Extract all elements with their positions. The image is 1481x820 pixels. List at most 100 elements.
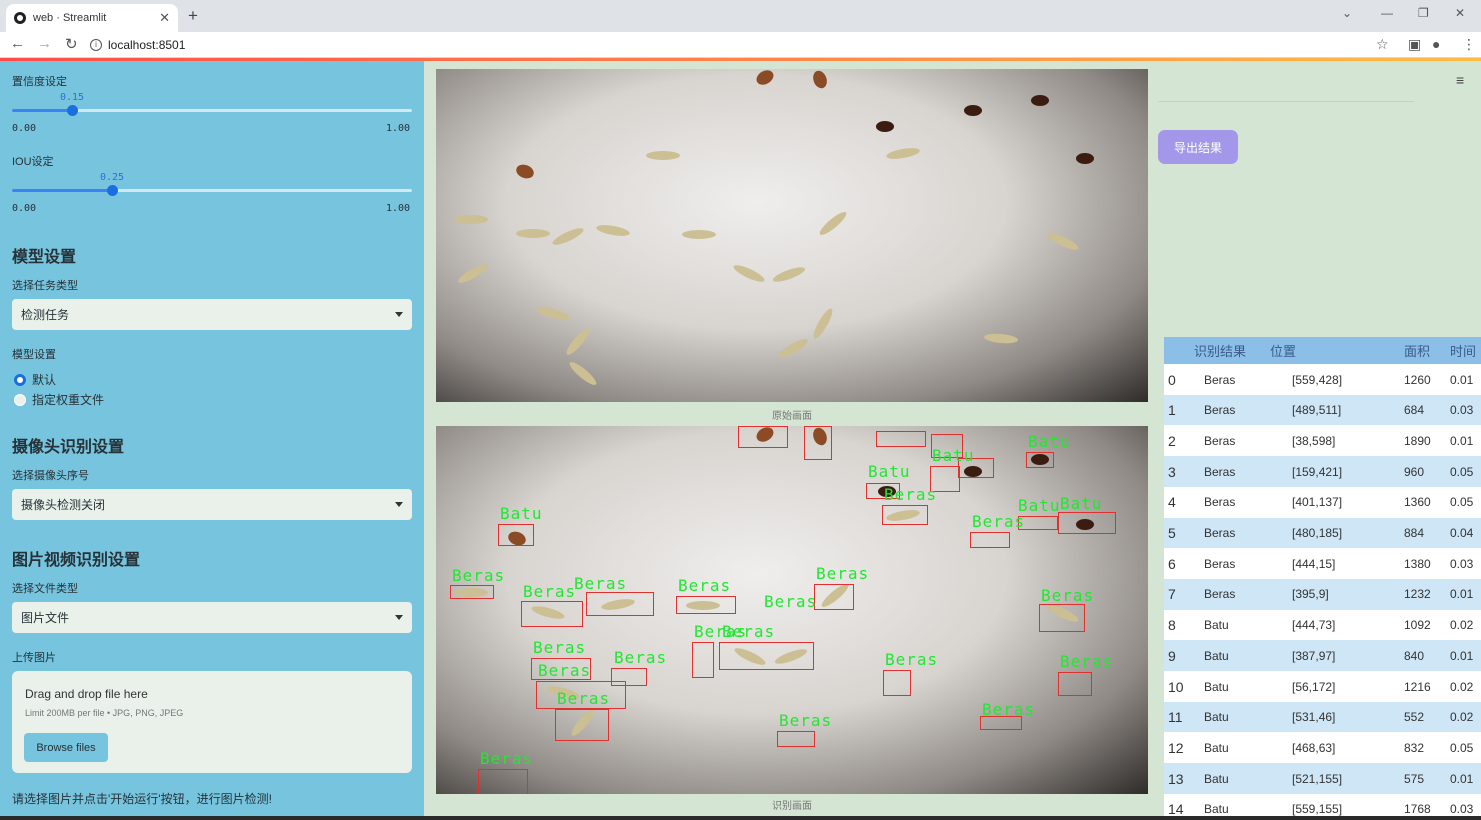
browser-menu-icon[interactable]: ⋮ — [1462, 36, 1476, 53]
reload-icon[interactable]: ↻ — [65, 35, 78, 53]
file-type-select[interactable]: 图片文件 — [12, 602, 412, 633]
table-cell: [521,155] — [1292, 771, 1343, 786]
camera-select[interactable]: 摄像头检测关闭 — [12, 489, 412, 520]
site-info-icon[interactable]: i — [90, 39, 102, 51]
detection-label: Beras — [885, 650, 939, 669]
conf-max: 1.00 — [386, 123, 411, 134]
url-field[interactable]: i localhost:8501 — [90, 35, 1370, 55]
detection-label: Beras — [1041, 586, 1095, 605]
table-cell: 5 — [1168, 525, 1176, 541]
table-cell: 0.01 — [1450, 648, 1474, 663]
table-cell: Beras — [1204, 372, 1236, 387]
conf-label: 置信度设定 — [12, 76, 67, 88]
table-row: 12 Batu [468,63] 832 0.05 — [1164, 732, 1481, 764]
table-cell: [559,155] — [1292, 802, 1343, 816]
tab-list-chevron-icon[interactable]: ⌄ — [1342, 6, 1352, 20]
table-row: 11 Batu [531,46] 552 0.02 — [1164, 701, 1481, 733]
side-panel-icon[interactable]: ▣ — [1408, 36, 1421, 53]
profile-icon[interactable]: ● — [1432, 36, 1440, 52]
detection-label: Beras — [557, 689, 611, 708]
table-cell: [401,137] — [1292, 495, 1343, 510]
detection-label: Beras — [523, 582, 577, 601]
table-cell: 1890 — [1404, 433, 1431, 448]
table-cell: 0.01 — [1450, 587, 1474, 602]
new-tab-icon[interactable]: + — [188, 6, 198, 26]
table-row: 5 Beras [480,185] 884 0.04 — [1164, 517, 1481, 549]
table-cell: 832 — [1404, 740, 1425, 755]
detection-label: Batu — [1060, 494, 1103, 513]
conf-slider-thumb[interactable] — [67, 105, 78, 116]
table-cell: [159,421] — [1292, 464, 1343, 479]
iou-min: 0.00 — [12, 203, 37, 214]
detection-box — [719, 642, 814, 670]
table-cell: 0.02 — [1450, 710, 1474, 725]
table-cell: 1380 — [1404, 556, 1431, 571]
table-row: 6 Beras [444,15] 1380 0.03 — [1164, 548, 1481, 580]
iou-slider[interactable] — [12, 185, 412, 196]
detection-box — [1058, 512, 1116, 534]
back-icon[interactable]: ← — [10, 35, 25, 52]
table-cell: [444,73] — [1292, 618, 1336, 633]
tab-title: web · Streamlit — [33, 12, 107, 24]
restore-icon[interactable]: ❐ — [1418, 6, 1429, 20]
sidebar: 置信度设定 0.15 0.00 1.00 IOU设定 0.25 0.00 1.0… — [0, 61, 424, 816]
main-area: 原始画面 Batu Beras Beras Beras Beras Beras … — [424, 61, 1481, 816]
table-row: 14 Batu [559,155] 1768 0.03 — [1164, 793, 1481, 816]
detection-label: Beras — [538, 661, 592, 680]
table-cell: 0 — [1168, 371, 1176, 388]
streamlit-favicon-icon — [14, 12, 26, 24]
original-image — [436, 69, 1148, 402]
table-row: 7 Beras [395,9] 1232 0.01 — [1164, 578, 1481, 610]
detection-label: Batu — [1028, 432, 1071, 451]
detection-box — [882, 505, 928, 525]
table-cell: 6 — [1168, 555, 1176, 572]
detection-box — [586, 592, 654, 616]
table-cell: Batu — [1204, 679, 1229, 694]
browser-titlebar: web · Streamlit ✕ + ⌄ — ❐ ✕ — [0, 0, 1481, 32]
detection-label: Batu — [500, 504, 543, 523]
table-cell: 0.01 — [1450, 372, 1474, 387]
table-cell: 14 — [1168, 801, 1184, 816]
radio-default[interactable]: 默认 — [14, 371, 56, 388]
table-cell: Beras — [1204, 495, 1236, 510]
table-cell: 0.05 — [1450, 740, 1474, 755]
detection-label: Beras — [614, 648, 668, 667]
detection-box — [804, 426, 832, 460]
detection-box — [498, 524, 534, 546]
media-heading: 图片视频识别设置 — [12, 552, 141, 569]
file-type-value: 图片文件 — [21, 611, 70, 625]
table-cell: 960 — [1404, 464, 1425, 479]
iou-slider-thumb[interactable] — [107, 185, 118, 196]
file-uploader-dropzone[interactable]: Drag and drop file here Limit 200MB per … — [12, 671, 412, 773]
table-cell: 12 — [1168, 739, 1184, 756]
table-cell: 7 — [1168, 586, 1176, 603]
export-results-button[interactable]: 导出结果 — [1158, 130, 1238, 164]
detection-box — [970, 532, 1010, 548]
table-cell: Batu — [1204, 648, 1229, 663]
task-type-select[interactable]: 检测任务 — [12, 299, 412, 330]
results-table[interactable]: 识别结果 位置 面积 时间 0 Beras [559,428] 1260 0.01 1 Beras [… — [1164, 337, 1481, 816]
minimize-icon[interactable]: — — [1381, 6, 1393, 20]
conf-value: 0.15 — [60, 92, 85, 103]
drag-text: Drag and drop file here — [25, 687, 148, 701]
table-cell: 1 — [1168, 402, 1176, 419]
forward-icon[interactable]: → — [37, 35, 52, 52]
detection-box — [676, 596, 736, 614]
table-cell: Beras — [1204, 433, 1236, 448]
table-cell: 575 — [1404, 771, 1425, 786]
browser-tab[interactable]: web · Streamlit ✕ — [6, 4, 178, 32]
conf-slider[interactable] — [12, 105, 412, 116]
hamburger-menu-icon[interactable]: ≡ — [1456, 72, 1464, 88]
close-tab-icon[interactable]: ✕ — [159, 10, 170, 26]
table-row: 0 Beras [559,428] 1260 0.01 — [1164, 364, 1481, 395]
detection-box — [692, 642, 714, 678]
bookmark-star-icon[interactable]: ☆ — [1376, 36, 1389, 53]
table-cell: 0.05 — [1450, 464, 1474, 479]
radio-weights[interactable]: 指定权重文件 — [14, 391, 104, 408]
detection-label: Beras — [982, 700, 1036, 719]
close-window-icon[interactable]: ✕ — [1455, 6, 1465, 20]
table-cell: 1360 — [1404, 495, 1431, 510]
table-cell: 0.03 — [1450, 556, 1474, 571]
detection-box — [1026, 452, 1054, 468]
browse-files-button[interactable]: Browse files — [24, 733, 108, 762]
